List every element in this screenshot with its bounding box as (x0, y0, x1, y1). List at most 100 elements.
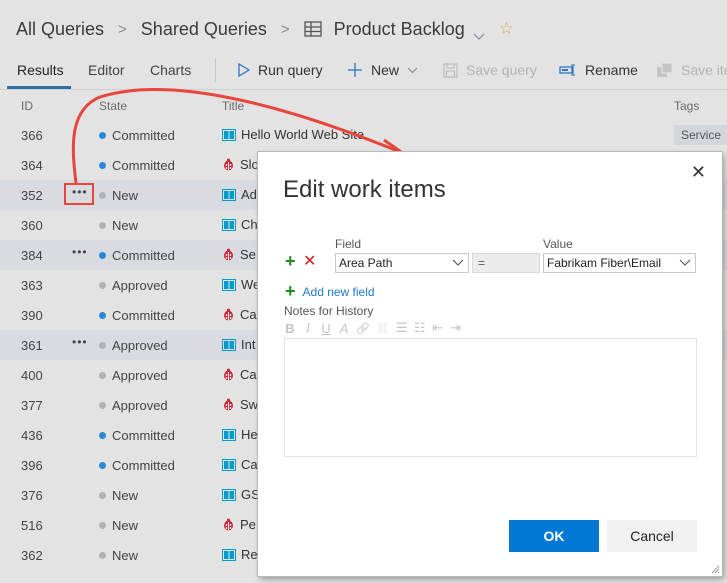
state-label: Approved (112, 398, 168, 413)
rich-text-toolbar: B I U A 🔗 ⛓ ☰ ☷ ⇤ ⇥ (284, 320, 462, 336)
title-label: He (241, 427, 258, 442)
star-icon[interactable]: ☆ (499, 19, 514, 39)
work-item-title[interactable]: Hello World Web Site (222, 127, 382, 142)
save-query-button[interactable]: Save query (443, 62, 537, 78)
unlink-icon[interactable]: ⛓ (376, 322, 390, 335)
title-label: Sw (240, 397, 259, 412)
user-story-icon (222, 488, 236, 501)
table-row[interactable]: 366 Committed Hello World Web Site (0, 120, 727, 150)
indent-icon[interactable]: ⇥ (450, 320, 462, 336)
column-header-state[interactable]: State (99, 99, 127, 113)
work-item-state: New (99, 548, 138, 563)
add-new-field-link[interactable]: + Add new field (285, 281, 375, 302)
state-dot-icon (99, 522, 106, 529)
state-label: New (112, 548, 139, 563)
state-label: New (112, 188, 139, 203)
field-dropdown[interactable]: Area Path (335, 253, 469, 273)
ok-button[interactable]: OK (509, 520, 599, 552)
chevron-down-icon[interactable] (473, 25, 485, 40)
state-label: Committed (112, 248, 175, 263)
save-items-label: Save ite (681, 62, 727, 78)
work-item-id: 377 (21, 398, 43, 413)
title-label: Ca (240, 307, 257, 322)
bug-icon (224, 248, 233, 261)
breadcrumb-shared-queries[interactable]: Shared Queries (141, 19, 267, 40)
title-label: Slo (240, 157, 259, 172)
annotation-highlight-box (64, 183, 94, 205)
work-item-id: 376 (21, 488, 43, 503)
work-item-state: Approved (99, 278, 168, 293)
value-dropdown[interactable]: Fabrikam Fiber\Email (543, 253, 696, 273)
work-item-state: Approved (99, 368, 168, 383)
work-item-id: 363 (21, 278, 43, 293)
title-label: GS (241, 487, 260, 502)
cancel-button[interactable]: Cancel (607, 520, 697, 552)
breadcrumb-separator: > (280, 20, 290, 38)
work-item-id: 390 (21, 308, 43, 323)
work-item-state: Committed (99, 428, 175, 443)
title-label: Int (241, 337, 256, 352)
save-items-button[interactable]: Save ite (656, 62, 727, 78)
work-item-state: Committed (99, 248, 175, 263)
title-label: Re (241, 547, 258, 562)
more-actions-icon[interactable]: ••• (72, 245, 88, 259)
work-item-id: 361 (21, 338, 43, 353)
rename-button[interactable]: Rename (559, 62, 638, 78)
state-label: Committed (112, 428, 175, 443)
close-icon[interactable]: ✕ (691, 162, 706, 183)
work-item-id: 360 (21, 218, 43, 233)
dialog-title: Edit work items (283, 176, 446, 203)
column-header-title[interactable]: Title (222, 99, 244, 113)
bug-icon (224, 368, 233, 381)
state-dot-icon (99, 462, 106, 469)
field-dropdown-value: Area Path (339, 256, 393, 270)
work-item-id: 396 (21, 458, 43, 473)
work-item-state: Committed (99, 128, 175, 143)
state-dot-icon (99, 192, 106, 199)
new-button[interactable]: New (347, 62, 418, 78)
work-item-state: New (99, 488, 138, 503)
query-title: Product Backlog (333, 18, 465, 39)
field-label: Field (335, 237, 362, 251)
breadcrumb-all-queries[interactable]: All Queries (16, 19, 104, 40)
user-story-icon (222, 218, 236, 231)
column-header-tags[interactable]: Tags (674, 99, 699, 113)
new-label: New (371, 62, 400, 78)
tab-editor[interactable]: Editor (88, 62, 125, 78)
work-item-state: Approved (99, 338, 168, 353)
add-row-icon[interactable]: + (285, 251, 296, 272)
user-story-icon (222, 338, 236, 351)
highlight-icon[interactable]: A (338, 321, 350, 336)
state-dot-icon (99, 402, 106, 409)
state-dot-icon (99, 132, 106, 139)
state-dot-icon (99, 432, 106, 439)
tab-charts[interactable]: Charts (150, 62, 191, 78)
run-query-button[interactable]: Run query (238, 62, 323, 78)
rename-label: Rename (585, 62, 638, 78)
title-label: Ch (241, 217, 258, 232)
state-label: Committed (112, 308, 175, 323)
bold-icon[interactable]: B (284, 321, 296, 336)
user-story-icon (222, 548, 236, 561)
link-icon[interactable]: 🔗 (356, 322, 370, 335)
tab-results[interactable]: Results (17, 62, 64, 78)
work-item-id: 516 (21, 518, 43, 533)
work-item-state: Committed (99, 458, 175, 473)
column-header-id[interactable]: ID (21, 99, 33, 113)
user-story-icon (222, 458, 236, 471)
underline-icon[interactable]: U (320, 321, 332, 336)
bullet-list-icon[interactable]: ☰ (396, 320, 408, 336)
numbered-list-icon[interactable]: ☷ (414, 320, 426, 336)
state-label: Committed (112, 158, 175, 173)
notes-for-history-editor[interactable] (284, 338, 697, 457)
bug-icon (224, 158, 233, 171)
title-label: Ca (240, 367, 257, 382)
value-label: Value (543, 237, 573, 251)
remove-row-icon[interactable]: ✕ (303, 251, 316, 271)
outdent-icon[interactable]: ⇤ (432, 320, 444, 336)
state-label: New (112, 518, 139, 533)
italic-icon[interactable]: I (302, 320, 314, 336)
bug-icon (224, 308, 233, 321)
resize-grip-icon[interactable] (710, 564, 720, 574)
more-actions-icon[interactable]: ••• (72, 335, 88, 349)
